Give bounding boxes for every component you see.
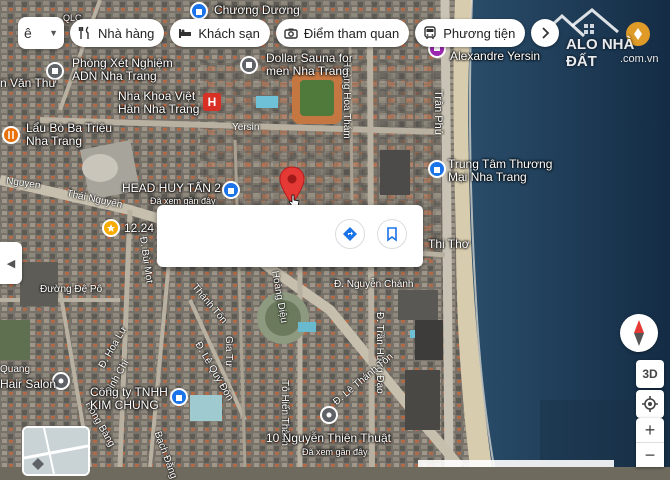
view-3d-label: 3D [642,367,658,381]
camera-icon [284,28,298,39]
fork-knife-icon [78,26,89,39]
place-dollar-sauna[interactable]: Dollar Sauna for men Nha Trang [266,52,353,78]
shop-pin-icon[interactable] [222,181,240,199]
save-button[interactable] [377,219,407,249]
place-alexandre-yersin[interactable]: Alexandre Yersin [450,50,540,63]
place-chuong-duong[interactable]: Chương Dương [214,4,300,17]
place-phong-xet-nghiem[interactable]: Phòng Xét Nghiệm ADN Nha Trang [72,57,173,83]
place-score: 12.24 [124,221,155,235]
mall-pin-icon[interactable] [428,160,446,178]
place-head-huy-tan[interactable]: HEAD HUY TẤN 2 [122,182,221,195]
language-dropdown[interactable]: ê ▼ [18,17,64,49]
place-cong-ty-kim-chung[interactable]: Công ty TNHH KIM CHUNG [90,386,168,412]
bed-icon [179,29,192,38]
star-pin-icon[interactable] [102,219,120,237]
zoom-controls: + − [636,418,664,467]
place-van-thu: n Văn Thư [0,76,57,90]
directions-button[interactable] [335,219,365,249]
chip-label: Phương tiện [443,25,516,41]
street-nguyen-chanh: Đ. Nguyễn Chánh [334,279,414,290]
chip-restaurants[interactable]: Nhà hàng [70,19,165,47]
chips-next-button[interactable] [531,19,560,47]
street-gia-tu: Gia Tự [223,336,234,367]
compass-button[interactable] [620,314,658,352]
street-tran-phu: Trần Phú [432,90,444,135]
recent-place-pin-icon[interactable] [320,406,338,424]
language-label: ê [24,25,32,41]
watermark-domain: .com.vn [620,53,659,65]
directions-icon [343,227,357,241]
collapse-panel-button[interactable]: ◀ [0,242,22,284]
sauna-pin-icon[interactable] [240,56,258,74]
hospital-pin-icon[interactable]: H [203,93,221,111]
place-ntt-recent-note: Đã xem gần đây [302,447,368,457]
bus-icon [424,26,436,39]
restaurant-pin-icon[interactable] [2,126,20,144]
place-hair-salon[interactable]: Hair Salon [0,378,56,391]
attribution-bar [418,460,614,467]
place-lau-bo[interactable]: Lẩu Bò Ba Triệu Nha Trang [26,122,112,148]
place-nha-khoa[interactable]: Nha Khoa Việt Hàn Nha Trang [118,90,199,116]
map-layer-toggle[interactable] [22,426,90,476]
tilt-3d-button[interactable]: 3D [636,360,664,388]
layer-preview-icon [24,428,88,474]
chevron-right-icon [542,27,550,39]
chip-label: Nhà hàng [98,25,155,41]
place-trung-tam-thuong-mai[interactable]: Trung Tâm Thương Mại Nha Trang [448,158,552,184]
street-quang: Quang [0,364,31,375]
chip-label: Khách sạn [198,25,260,41]
chevron-left-icon: ◀ [6,257,16,270]
chip-hotels[interactable]: Khách sạn [170,19,270,47]
chip-attractions[interactable]: Điểm tham quan [275,19,410,47]
street-yersin: Yersin [232,122,260,133]
street-duong-de-po: Đường Đệ Pô [40,284,103,295]
street-tran-hung-dao: Đ. Trần Hưng Đạo [374,312,385,394]
category-chips-bar: ê ▼ Nhà hàng Khách sạn Điểm tham quan Ph… [18,17,560,49]
chip-transit[interactable]: Phương tiện [415,19,526,47]
chip-label: Điểm tham quan [303,25,400,41]
chevron-down-icon: ▼ [49,28,58,38]
compass-icon [634,320,644,346]
zoom-out-button[interactable]: − [636,443,664,467]
place-info-card[interactable] [157,205,423,267]
company-pin-icon[interactable] [170,388,188,406]
zoom-in-button[interactable]: + [636,418,664,443]
crosshair-icon [642,396,658,412]
bookmark-icon [387,227,397,242]
my-location-button[interactable] [636,390,664,418]
place-thi-tho[interactable]: Thi Thơ [428,238,470,251]
place-nguyen-thien-thuat[interactable]: 10 Nguyễn Thiện Thuật [266,432,391,445]
